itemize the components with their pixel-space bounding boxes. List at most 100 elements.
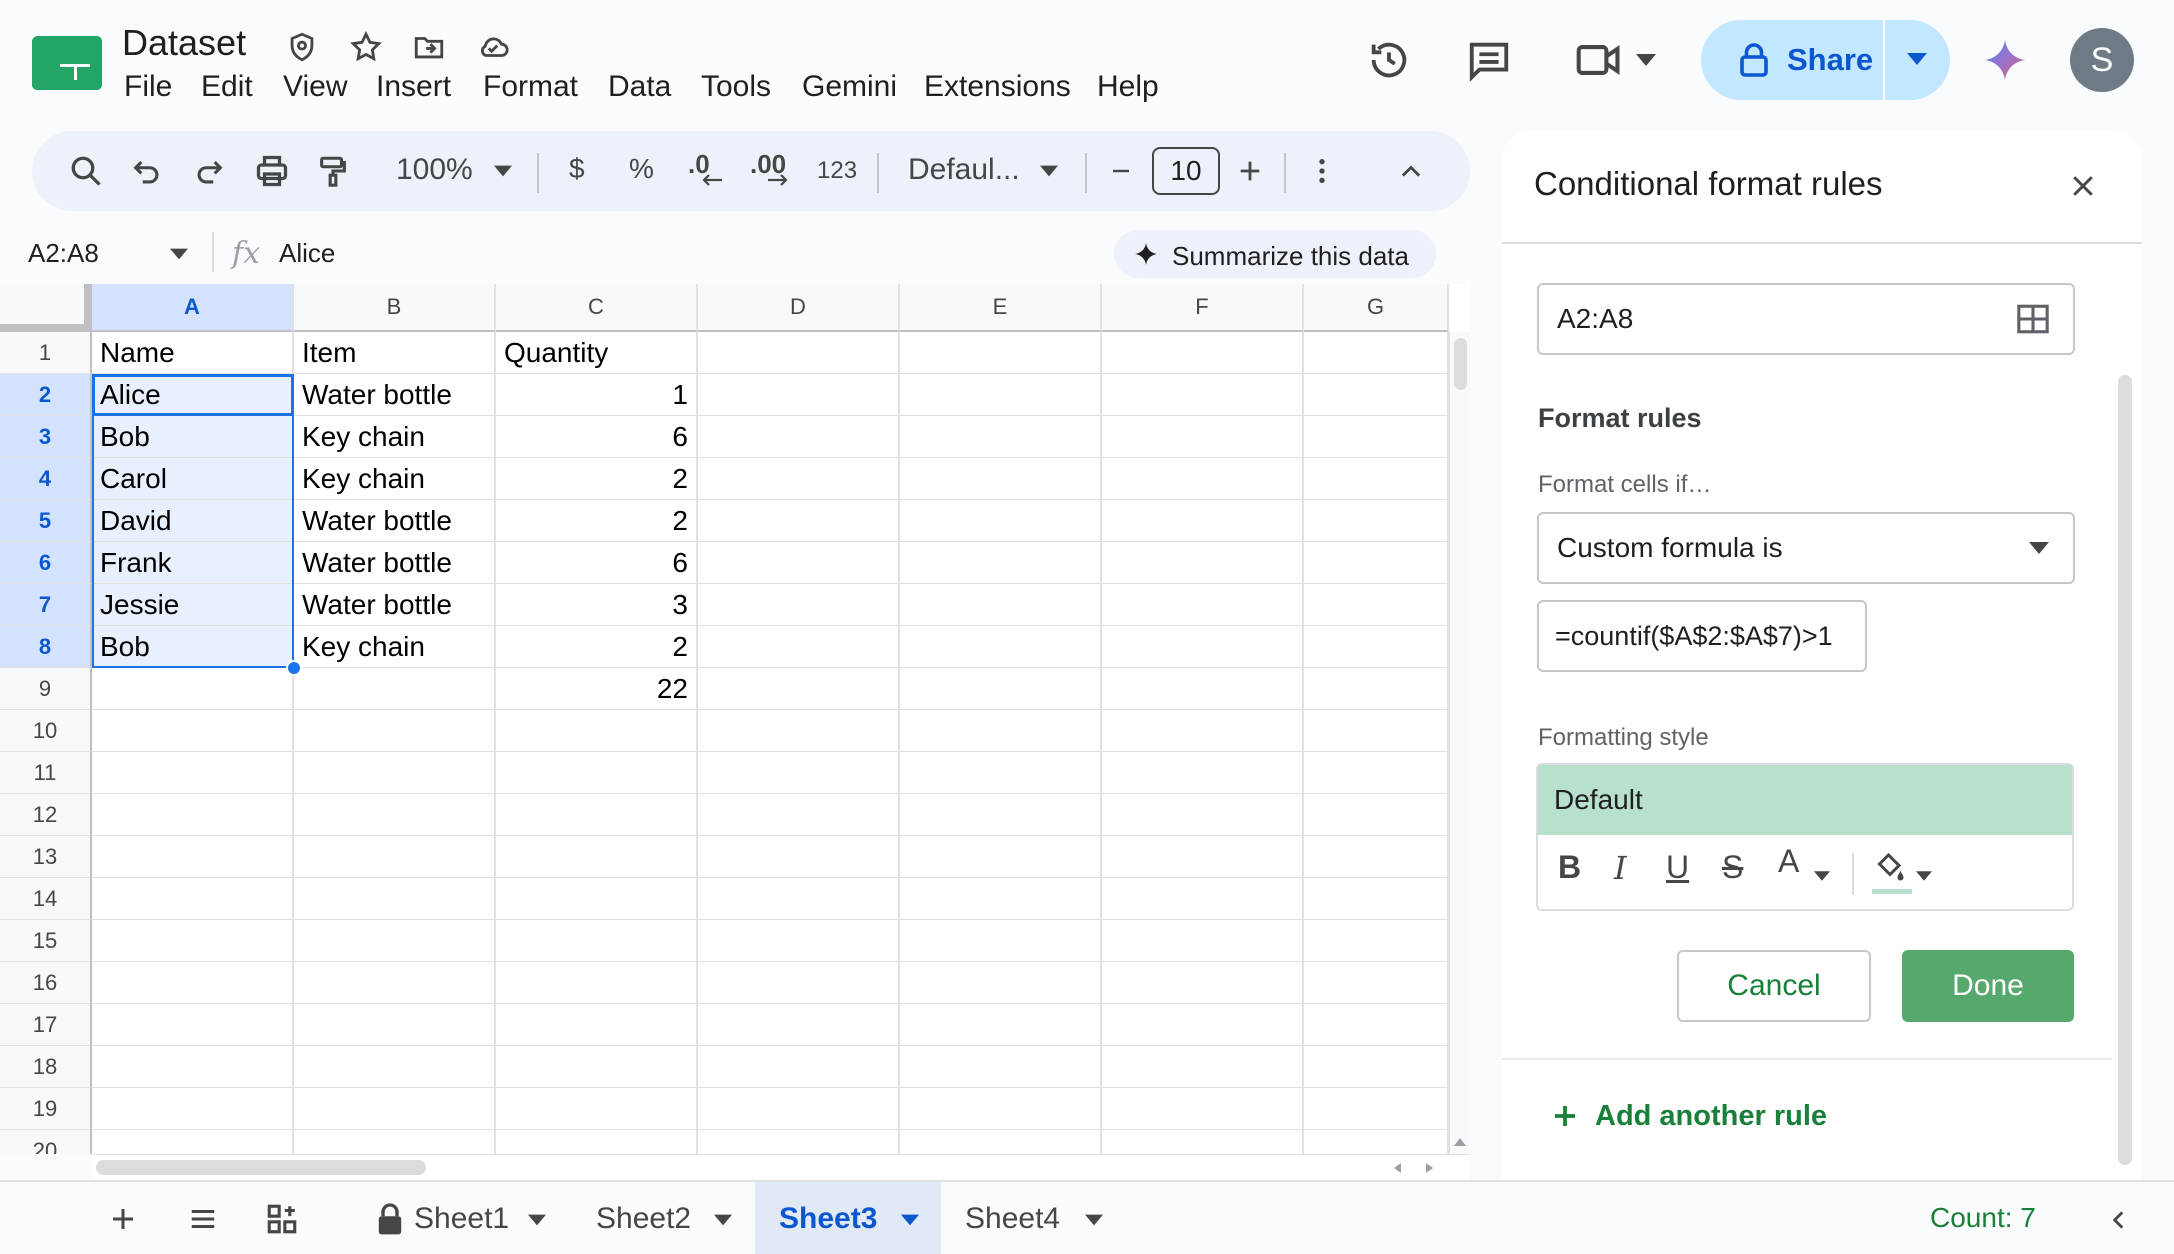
cell-b2[interactable]: Water bottle: [294, 374, 494, 416]
share-button[interactable]: Share: [1701, 20, 1950, 100]
cell-c8[interactable]: 2: [496, 626, 696, 668]
font-size-input[interactable]: 10: [1152, 147, 1220, 195]
cell-c7[interactable]: 3: [496, 584, 696, 626]
sheet-tab-dropdown-icon[interactable]: [1085, 1214, 1103, 1226]
column-header-a[interactable]: A: [92, 284, 294, 332]
menu-file[interactable]: File: [124, 70, 172, 104]
fill-handle[interactable]: [286, 660, 302, 676]
italic-icon[interactable]: I: [1614, 849, 1627, 887]
custom-formula-input[interactable]: =countif($A$2:$A$7)>1: [1537, 600, 1867, 672]
menu-tools[interactable]: Tools: [701, 70, 771, 104]
row-header-6[interactable]: 6: [0, 542, 92, 584]
row-header-8[interactable]: 8: [0, 626, 92, 668]
column-header-e[interactable]: E: [900, 284, 1102, 332]
cell-c9[interactable]: 22: [496, 668, 696, 710]
row-header-1[interactable]: 1: [0, 332, 92, 374]
menu-gemini[interactable]: Gemini: [802, 70, 897, 104]
underline-icon[interactable]: U: [1666, 849, 1689, 886]
avatar[interactable]: S: [2070, 28, 2134, 92]
fill-color-dropdown-icon[interactable]: [1916, 871, 1932, 881]
vertical-scrollbar[interactable]: [1449, 332, 1470, 1154]
cell-b4[interactable]: Key chain: [294, 458, 494, 500]
sheets-logo-icon[interactable]: [32, 36, 102, 90]
cell-c2[interactable]: 1: [496, 374, 696, 416]
redo-icon[interactable]: [192, 155, 226, 189]
row-header-12[interactable]: 12: [0, 794, 92, 836]
cell-c4[interactable]: 2: [496, 458, 696, 500]
star-icon[interactable]: [349, 30, 383, 64]
row-header-4[interactable]: 4: [0, 458, 92, 500]
column-header-g[interactable]: G: [1304, 284, 1449, 332]
cell-c1[interactable]: Quantity: [496, 332, 696, 374]
row-header-7[interactable]: 7: [0, 584, 92, 626]
status-count[interactable]: Count: 7: [1930, 1202, 2036, 1234]
menu-help[interactable]: Help: [1097, 70, 1159, 104]
search-icon[interactable]: [68, 153, 104, 189]
zoom-select[interactable]: 100%: [396, 153, 473, 187]
paint-format-icon[interactable]: [316, 153, 350, 189]
sheet-tab-dropdown-icon[interactable]: [901, 1214, 919, 1226]
menu-insert[interactable]: Insert: [376, 70, 451, 104]
condition-dropdown-icon[interactable]: [2029, 541, 2049, 555]
row-header-5[interactable]: 5: [0, 500, 92, 542]
cell-c3[interactable]: 6: [496, 416, 696, 458]
version-history-icon[interactable]: [1366, 37, 1412, 83]
name-box[interactable]: A2:A8: [28, 238, 99, 269]
cell-b3[interactable]: Key chain: [294, 416, 494, 458]
name-box-dropdown-icon[interactable]: [170, 248, 188, 260]
formula-input[interactable]: Alice: [279, 238, 335, 269]
scroll-left-arrow-icon[interactable]: [1394, 1163, 1401, 1173]
vertical-scrollbar-thumb[interactable]: [1454, 338, 1467, 390]
text-color-icon[interactable]: A: [1778, 843, 1799, 880]
bold-icon[interactable]: B: [1558, 849, 1581, 886]
scroll-up-arrow-icon[interactable]: [1454, 1138, 1466, 1146]
close-icon[interactable]: [2068, 171, 2098, 201]
cell-b1[interactable]: Item: [294, 332, 494, 374]
cell-b7[interactable]: Water bottle: [294, 584, 494, 626]
meet-dropdown-icon[interactable]: [1636, 52, 1656, 68]
collapse-toolbar-icon[interactable]: [1396, 157, 1426, 185]
select-all-corner[interactable]: [0, 284, 92, 332]
more-formats-button[interactable]: 123: [817, 157, 857, 185]
select-range-icon[interactable]: [2016, 303, 2050, 335]
print-icon[interactable]: [254, 153, 290, 189]
menu-data[interactable]: Data: [608, 70, 671, 104]
all-sheets-icon[interactable]: [186, 1204, 220, 1234]
menu-edit[interactable]: Edit: [201, 70, 253, 104]
row-header-17[interactable]: 17: [0, 1004, 92, 1046]
zoom-dropdown-icon[interactable]: [494, 165, 512, 177]
fill-color-icon[interactable]: [1872, 849, 1908, 885]
undo-icon[interactable]: [130, 155, 164, 189]
font-dropdown-icon[interactable]: [1040, 165, 1058, 177]
menu-view[interactable]: View: [283, 70, 347, 104]
horizontal-scrollbar-track[interactable]: [92, 1154, 1470, 1180]
row-header-11[interactable]: 11: [0, 752, 92, 794]
menu-extensions[interactable]: Extensions: [924, 70, 1071, 104]
summarize-data-button[interactable]: Summarize this data: [1114, 230, 1436, 278]
row-header-13[interactable]: 13: [0, 836, 92, 878]
horizontal-scrollbar-thumb[interactable]: [96, 1160, 426, 1175]
document-title[interactable]: Dataset: [122, 22, 246, 64]
increase-font-size-icon[interactable]: [1236, 157, 1264, 185]
cell-c6[interactable]: 6: [496, 542, 696, 584]
cell-b8[interactable]: Key chain: [294, 626, 494, 668]
more-options-icon[interactable]: [1306, 155, 1338, 187]
cell-b5[interactable]: Water bottle: [294, 500, 494, 542]
cell-b6[interactable]: Water bottle: [294, 542, 494, 584]
sheet-tab-sheet2[interactable]: Sheet2: [596, 1182, 742, 1254]
add-sheet-icon[interactable]: [108, 1204, 138, 1234]
cancel-button[interactable]: Cancel: [1677, 950, 1871, 1022]
range-input[interactable]: A2:A8: [1537, 283, 2075, 355]
text-color-dropdown-icon[interactable]: [1814, 871, 1830, 881]
row-header-18[interactable]: 18: [0, 1046, 92, 1088]
row-header-9[interactable]: 9: [0, 668, 92, 710]
row-header-10[interactable]: 10: [0, 710, 92, 752]
panel-scrollbar[interactable]: [2118, 375, 2132, 1165]
spreadsheet-grid[interactable]: A B C D E F G 1 2 3 4 5 6 7 8 9 10 11 12…: [0, 284, 1470, 1154]
font-select[interactable]: Defaul...: [908, 153, 1020, 187]
row-header-14[interactable]: 14: [0, 878, 92, 920]
column-header-b[interactable]: B: [294, 284, 496, 332]
plus-icon[interactable]: [1550, 1101, 1580, 1131]
move-to-folder-icon[interactable]: [412, 30, 446, 64]
percent-format-button[interactable]: %: [629, 153, 654, 185]
